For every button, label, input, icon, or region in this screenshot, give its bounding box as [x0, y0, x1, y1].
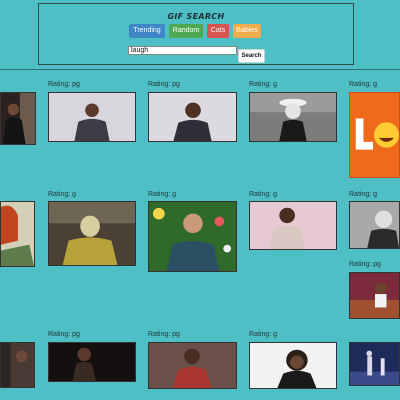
rating-label: Rating: g [48, 191, 77, 198]
gif-image-woman-red-top[interactable] [148, 342, 237, 389]
rating-label: Rating: pg [48, 331, 80, 338]
gif-image-man-covering-mouth[interactable] [148, 201, 237, 272]
gif-image-talk-show-couch[interactable] [349, 272, 400, 319]
topic-button-trending[interactable]: Trending [129, 24, 165, 38]
gif-search-panel: GIF SEARCH Trending Random Cats Babies l… [38, 3, 354, 65]
search-button[interactable]: Search [238, 49, 265, 63]
gif-image-woman-pink-wall[interactable] [249, 201, 337, 250]
rating-label: Rating: pg [148, 81, 180, 88]
rating-label: Rating: g [148, 191, 177, 198]
gif-image-smiling-man[interactable] [48, 92, 136, 142]
rating-label: Rating: g [249, 191, 278, 198]
gif-image-stage-dancers[interactable] [349, 342, 400, 386]
gif-image-woman-interview[interactable] [249, 342, 337, 389]
rating-label: Rating: pg [349, 261, 381, 268]
topic-button-cats[interactable]: Cats [207, 24, 229, 38]
gif-image-cartoon-red-hair[interactable] [0, 201, 35, 267]
rating-label: Rating: g [249, 81, 278, 88]
app-title: GIF SEARCH [167, 12, 225, 21]
rating-label: Rating: g [349, 81, 378, 88]
gif-image-dark-scene[interactable] [0, 342, 35, 388]
rating-label: Rating: pg [148, 331, 180, 338]
gif-image-woman-black-background[interactable] [48, 342, 136, 382]
rating-label: Rating: g [249, 331, 278, 338]
search-input[interactable]: laugh [128, 46, 237, 55]
gif-image-lol-emoji[interactable] [349, 92, 400, 178]
rating-label: Rating: g [349, 191, 378, 198]
header-divider [0, 69, 400, 70]
topic-button-random[interactable]: Random [169, 24, 203, 38]
gif-image-woman-talk-show[interactable] [0, 92, 36, 145]
gif-image-laughing-man[interactable] [148, 92, 237, 142]
topic-button-babies[interactable]: Babies [233, 24, 261, 38]
gif-image-woman-bw-laughing[interactable] [349, 201, 400, 249]
gif-image-skeleton-bw[interactable] [249, 92, 337, 142]
gif-image-android-laughing[interactable] [48, 201, 136, 266]
rating-label: Rating: pg [48, 81, 80, 88]
